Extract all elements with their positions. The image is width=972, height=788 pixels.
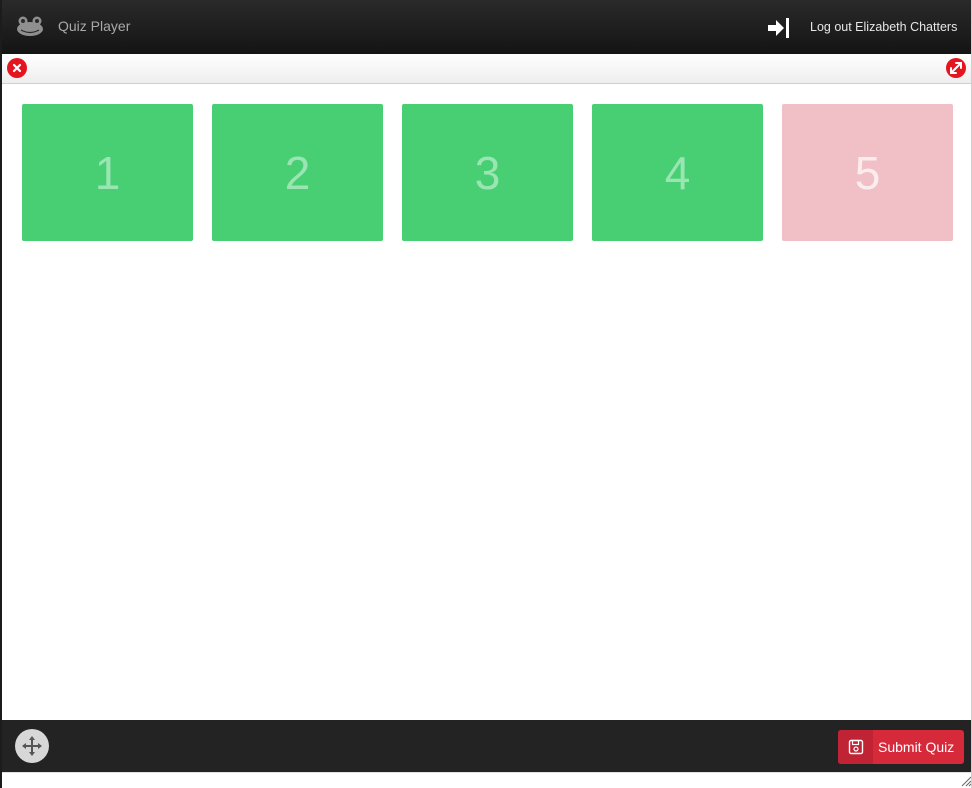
toolbar	[2, 54, 971, 84]
submit-quiz-label: Submit Quiz	[878, 739, 955, 755]
logout-link[interactable]: Log out Elizabeth Chatters	[810, 20, 957, 34]
question-number: 2	[284, 146, 311, 199]
question-tile-3[interactable]: 3	[402, 104, 573, 241]
footer-bar: Submit Quiz	[2, 720, 971, 772]
question-number: 5	[854, 146, 881, 199]
question-number: 3	[474, 146, 501, 199]
quiz-player-window: Quiz Player Log out Elizabeth Chatters 1…	[0, 0, 972, 788]
expand-button[interactable]	[946, 58, 966, 78]
frog-logo-icon	[17, 16, 43, 36]
save-icon	[848, 739, 864, 755]
move-handle[interactable]	[15, 729, 49, 763]
question-number: 1	[94, 146, 121, 199]
move-icon	[22, 736, 42, 756]
submit-icon-box	[838, 730, 873, 764]
question-tile-5[interactable]: 5	[782, 104, 953, 241]
close-icon	[12, 63, 22, 73]
window-bottom-edge	[2, 772, 972, 788]
close-button[interactable]	[7, 58, 27, 78]
app-title: Quiz Player	[58, 18, 131, 34]
resize-grip-icon[interactable]	[960, 775, 972, 787]
top-navbar: Quiz Player Log out Elizabeth Chatters	[2, 0, 971, 54]
question-number: 4	[664, 146, 691, 199]
submit-quiz-button[interactable]: Submit Quiz	[838, 730, 964, 764]
question-tile-4[interactable]: 4	[592, 104, 763, 241]
sign-out-icon[interactable]	[766, 17, 790, 39]
question-tile-1[interactable]: 1	[22, 104, 193, 241]
expand-icon	[950, 62, 962, 74]
question-tile-2[interactable]: 2	[212, 104, 383, 241]
